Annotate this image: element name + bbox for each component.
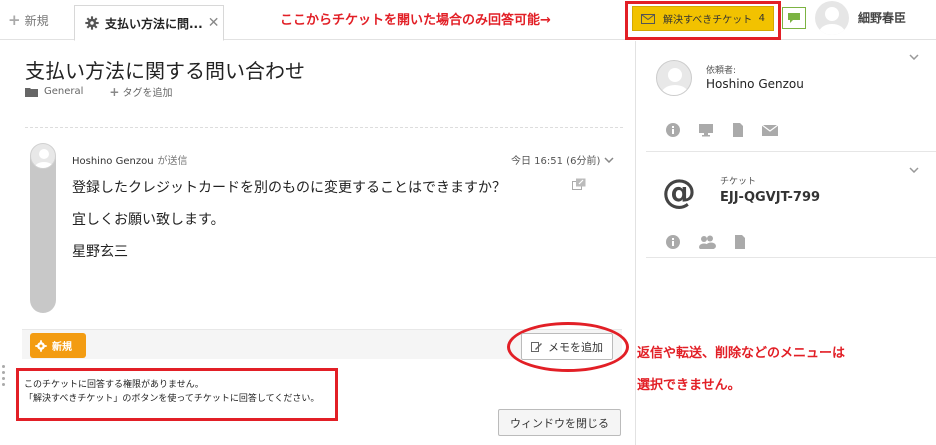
new-tab-label: 新規	[24, 14, 49, 28]
ticket-action-icons	[666, 235, 746, 249]
add-memo-button[interactable]: メモを追加	[521, 333, 613, 360]
avatar-silhouette-icon	[819, 7, 845, 35]
users-icon[interactable]	[698, 235, 716, 249]
chat-bubble-icon	[788, 13, 800, 23]
group-label[interactable]: General	[44, 86, 83, 97]
plus-icon: +	[8, 11, 21, 29]
message-line-2: 宜しくお願い致します。	[72, 212, 225, 228]
tickets-to-solve-button[interactable]: 解決すべきチケット 4	[632, 6, 774, 31]
permission-line-2: 「解決すべきチケット」のボタンを使ってチケットに回答してください。	[24, 394, 320, 404]
document-icon[interactable]	[734, 235, 746, 249]
add-tag-button[interactable]: + タグを追加	[109, 84, 173, 100]
document-icon[interactable]	[732, 123, 744, 137]
message-sender: Hoshino Genzou が送信	[72, 152, 188, 167]
permission-line-1: このチケットに回答する権限がありません。	[24, 380, 204, 390]
ticket-tab[interactable]: 支払い方法に問... ✕	[74, 5, 224, 41]
reply-callout: ここからチケットを開いた場合のみ回答可能→	[280, 13, 551, 28]
ticket-id: EJJ-QGVJT-799	[720, 190, 821, 205]
close-tab-icon[interactable]: ✕	[208, 15, 220, 31]
top-bar: + 新規 支払い方法に問... ✕ ここからチケットを開いた場合のみ回答可能→	[0, 0, 936, 41]
gear-icon	[85, 16, 99, 30]
sent-label: が送信	[157, 156, 188, 167]
requester-name[interactable]: Hoshino Genzou	[706, 77, 804, 91]
requester-action-icons	[666, 123, 778, 137]
new-tab-button[interactable]: + 新規	[8, 12, 49, 29]
gear-icon	[35, 339, 47, 352]
add-tag-label: タグを追加	[122, 88, 173, 99]
divider	[25, 127, 623, 128]
divider	[646, 257, 936, 258]
pencil-note-icon	[531, 341, 542, 352]
message-line-3: 星野玄三	[72, 244, 128, 260]
monitor-icon[interactable]	[698, 123, 714, 137]
chevron-down-icon[interactable]	[909, 167, 919, 173]
close-window-label: ウィンドウを閉じる	[510, 416, 609, 430]
resize-handle[interactable]	[2, 365, 6, 393]
chevron-down-icon[interactable]	[909, 54, 919, 60]
requester-label: 依頼者:	[706, 66, 737, 76]
tickets-to-solve-label: 解決すべきチケット	[663, 15, 753, 26]
plus-icon: +	[109, 84, 120, 99]
close-window-button[interactable]: ウィンドウを閉じる	[498, 409, 621, 436]
page-title: 支払い方法に関する問い合わせ	[25, 59, 305, 83]
user-name[interactable]: 細野春臣	[858, 9, 906, 26]
popout-icon[interactable]	[572, 178, 586, 190]
status-badge[interactable]: 新規	[30, 333, 86, 358]
ticket-meta: General + タグを追加	[25, 84, 172, 99]
tickets-to-solve-count: 4	[758, 13, 765, 24]
user-avatar[interactable]	[815, 1, 849, 35]
sender-avatar	[30, 143, 56, 169]
info-icon[interactable]	[666, 123, 680, 137]
ticket-sidebar: 依頼者: Hoshino Genzou @ チケット EJJ-QGVJT-799	[635, 41, 936, 445]
ticket-main-pane: 支払い方法に関する問い合わせ General + タグを追加 Hoshino G…	[0, 41, 635, 445]
folder-icon	[25, 87, 38, 97]
at-sign-icon: @	[662, 172, 696, 212]
envelope-icon	[641, 13, 655, 24]
envelope-icon[interactable]	[762, 124, 778, 136]
message-line-1: 登録したクレジットカードを別のものに変更することはできますか？	[72, 180, 506, 196]
ticket-label: チケット	[720, 177, 757, 187]
ticket-tab-title: 支払い方法に問...	[105, 16, 203, 31]
chat-button[interactable]	[782, 7, 806, 29]
add-memo-label: メモを追加	[548, 340, 603, 354]
info-icon[interactable]	[666, 235, 680, 249]
message-timestamp: 今日 16:51 (6分前)	[511, 152, 614, 167]
requester-avatar	[656, 60, 692, 96]
chevron-down-icon[interactable]	[604, 156, 614, 163]
divider	[646, 151, 936, 152]
sender-name[interactable]: Hoshino Genzou	[72, 156, 154, 167]
status-badge-label: 新規	[52, 342, 72, 353]
timestamp-text: 今日 16:51 (6分前)	[511, 156, 601, 167]
avatar-silhouette-icon	[661, 68, 689, 95]
message-thread-bar	[30, 145, 56, 313]
